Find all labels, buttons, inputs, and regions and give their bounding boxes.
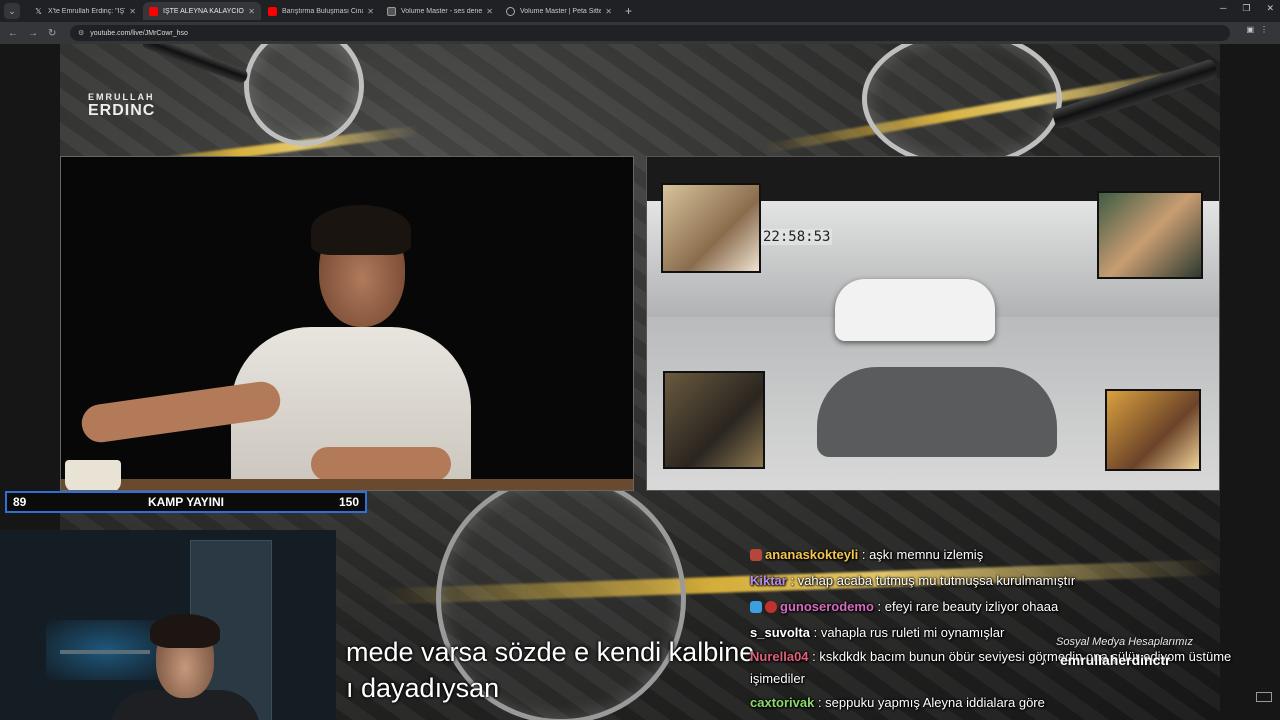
inset-photo	[1105, 389, 1201, 471]
maximize-icon[interactable]: ❐	[1242, 3, 1250, 14]
chat-username: gunoserodemo	[780, 599, 874, 614]
white-car	[835, 279, 995, 341]
extension-icon[interactable]: ▣	[1246, 25, 1254, 34]
host-hair	[311, 205, 411, 255]
chat-text: vahap acaba tutmuş mu tutmuşsa kurulmamı…	[797, 573, 1076, 588]
close-window-icon[interactable]: ✕	[1266, 3, 1274, 14]
close-tab-icon[interactable]: ✕	[367, 7, 374, 16]
back-icon[interactable]: ←	[8, 28, 20, 39]
youtube-icon	[268, 6, 277, 16]
menu-icon[interactable]: ⋮	[1260, 25, 1268, 34]
site-info-icon[interactable]: ⚙	[78, 29, 84, 37]
tab-title: Volume Master | Peta Sittek	[520, 7, 602, 15]
close-tab-icon[interactable]: ✕	[129, 7, 136, 16]
window-controls: ─ ❐ ✕	[1220, 3, 1274, 14]
new-tab-icon[interactable]: +	[625, 4, 632, 18]
chat-username: ananaskokteyli	[765, 547, 859, 562]
close-tab-icon[interactable]: ✕	[248, 7, 255, 16]
player-size-icon[interactable]	[1256, 692, 1272, 702]
url-field[interactable]: ⚙ youtube.com/live/JMrCowr_hso	[70, 25, 1230, 41]
chat-text: efeyi rare beauty izliyor ohaaa	[884, 599, 1059, 614]
chat-overlay: ananaskokteyli : aşkı memnu izlemiş Kikt…	[750, 542, 1270, 716]
coffee-cup	[65, 460, 121, 490]
user-badge-icon	[765, 601, 777, 613]
browser-tab[interactable]: Barıştırma Buluşması Cinayetle ✕	[262, 2, 380, 20]
chat-text: vahapla rus ruleti mi oynamışlar	[820, 625, 1005, 640]
url-text: youtube.com/live/JMrCowr_hso	[90, 29, 188, 37]
channel-logo: EMRULLAH ERDINC	[88, 90, 168, 119]
room-shelf	[60, 650, 150, 654]
volume-master-icon	[387, 6, 396, 16]
chat-username: Kiktar	[750, 573, 787, 588]
address-bar-row: ← → ↻ ⚙ youtube.com/live/JMrCowr_hso	[0, 22, 1280, 44]
host-video-panel	[60, 156, 634, 491]
chat-username: caxtorivak	[750, 695, 815, 710]
table	[61, 479, 633, 490]
kamp-yayini-bar: 89 KAMP YAYINI 150	[5, 491, 367, 513]
browser-tab[interactable]: Volume Master - ses denetleyici ✕	[381, 2, 499, 20]
forward-icon[interactable]: →	[28, 28, 40, 39]
social-media-overlay: Sosyal Medya Hesaplarımız ♪ emrullaherdi…	[1040, 636, 1240, 668]
streamer-webcam	[0, 530, 336, 720]
inset-photo	[663, 371, 765, 469]
dark-car	[817, 367, 1057, 457]
chat-username: s_suvolta	[750, 625, 810, 640]
close-tab-icon[interactable]: ✕	[486, 7, 493, 16]
social-heading: Sosyal Medya Hesaplarımız	[1056, 636, 1193, 648]
extensions-area: ▣ ⋮	[1246, 25, 1268, 34]
kamp-title: KAMP YAYINI	[147, 495, 225, 509]
chat-text: seppuku yapmış Aleyna iddialara göre	[825, 695, 1045, 710]
tab-title: Volume Master - ses denetleyici	[401, 7, 483, 15]
circle-icon	[506, 6, 515, 16]
minimize-icon[interactable]: ─	[1220, 3, 1226, 14]
logo-line2: ERDINC	[88, 102, 156, 119]
browser-tab-bar: ⌄ 𝕏 X'te Emrullah Erdinç: "İŞTE ALEY ✕ İ…	[0, 0, 1280, 22]
browser-tab[interactable]: 𝕏 X'te Emrullah Erdinç: "İŞTE ALEY ✕	[24, 2, 142, 20]
reload-icon[interactable]: ↻	[48, 28, 60, 39]
host-arm	[311, 447, 451, 481]
kamp-left-count: 89	[13, 495, 27, 509]
chat-text: aşkı memnu izlemiş	[869, 547, 984, 562]
tab-title: Barıştırma Buluşması Cinayetle	[282, 7, 363, 15]
cctv-footage-panel: 22:58:53	[646, 156, 1220, 491]
inset-photo	[661, 183, 761, 273]
chat-message: Kiktar : vahap acaba tutmuş mu tutmuşsa …	[750, 573, 1076, 588]
tiktok-icon: ♪	[1040, 652, 1047, 668]
streamer-hair	[150, 614, 220, 648]
cctv-timestamp: 22:58:53	[761, 229, 833, 245]
youtube-icon	[149, 6, 158, 16]
close-tab-icon[interactable]: ✕	[605, 7, 612, 16]
inset-photo	[1097, 191, 1203, 279]
chat-message: gunoserodemo : efeyi rare beauty izliyor…	[750, 594, 1270, 620]
tab-title: X'te Emrullah Erdinç: "İŞTE ALEY	[48, 7, 125, 15]
browser-tab-active[interactable]: İŞTE ALEYNA KALAYCIOĞLU ✕	[143, 2, 261, 20]
subtitle-line: mede varsa sözde e kendi kalbine	[346, 637, 755, 667]
x-icon: 𝕏	[35, 6, 42, 16]
live-subtitle: mede varsa sözde e kendi kalbine ı dayad…	[346, 634, 754, 706]
kamp-right-count: 150	[338, 495, 359, 509]
chat-message: ananaskokteyli : aşkı memnu izlemiş	[750, 542, 1270, 568]
social-handle-row: ♪ emrullaherdinctr	[1040, 652, 1240, 668]
user-badge-icon	[750, 601, 762, 613]
user-badge-icon	[750, 549, 762, 561]
tab-title: İŞTE ALEYNA KALAYCIOĞLU	[163, 7, 244, 15]
browser-tab[interactable]: Volume Master | Peta Sittek ✕	[500, 2, 618, 20]
chat-message: caxtorivak : seppuku yapmış Aleyna iddia…	[750, 695, 1045, 710]
subtitle-line: ı dayadıysan	[346, 673, 500, 703]
chat-username: Nurella04	[750, 649, 809, 664]
tab-search-menu-button[interactable]: ⌄	[4, 3, 20, 19]
social-handle: emrullaherdinctr	[1060, 652, 1171, 668]
